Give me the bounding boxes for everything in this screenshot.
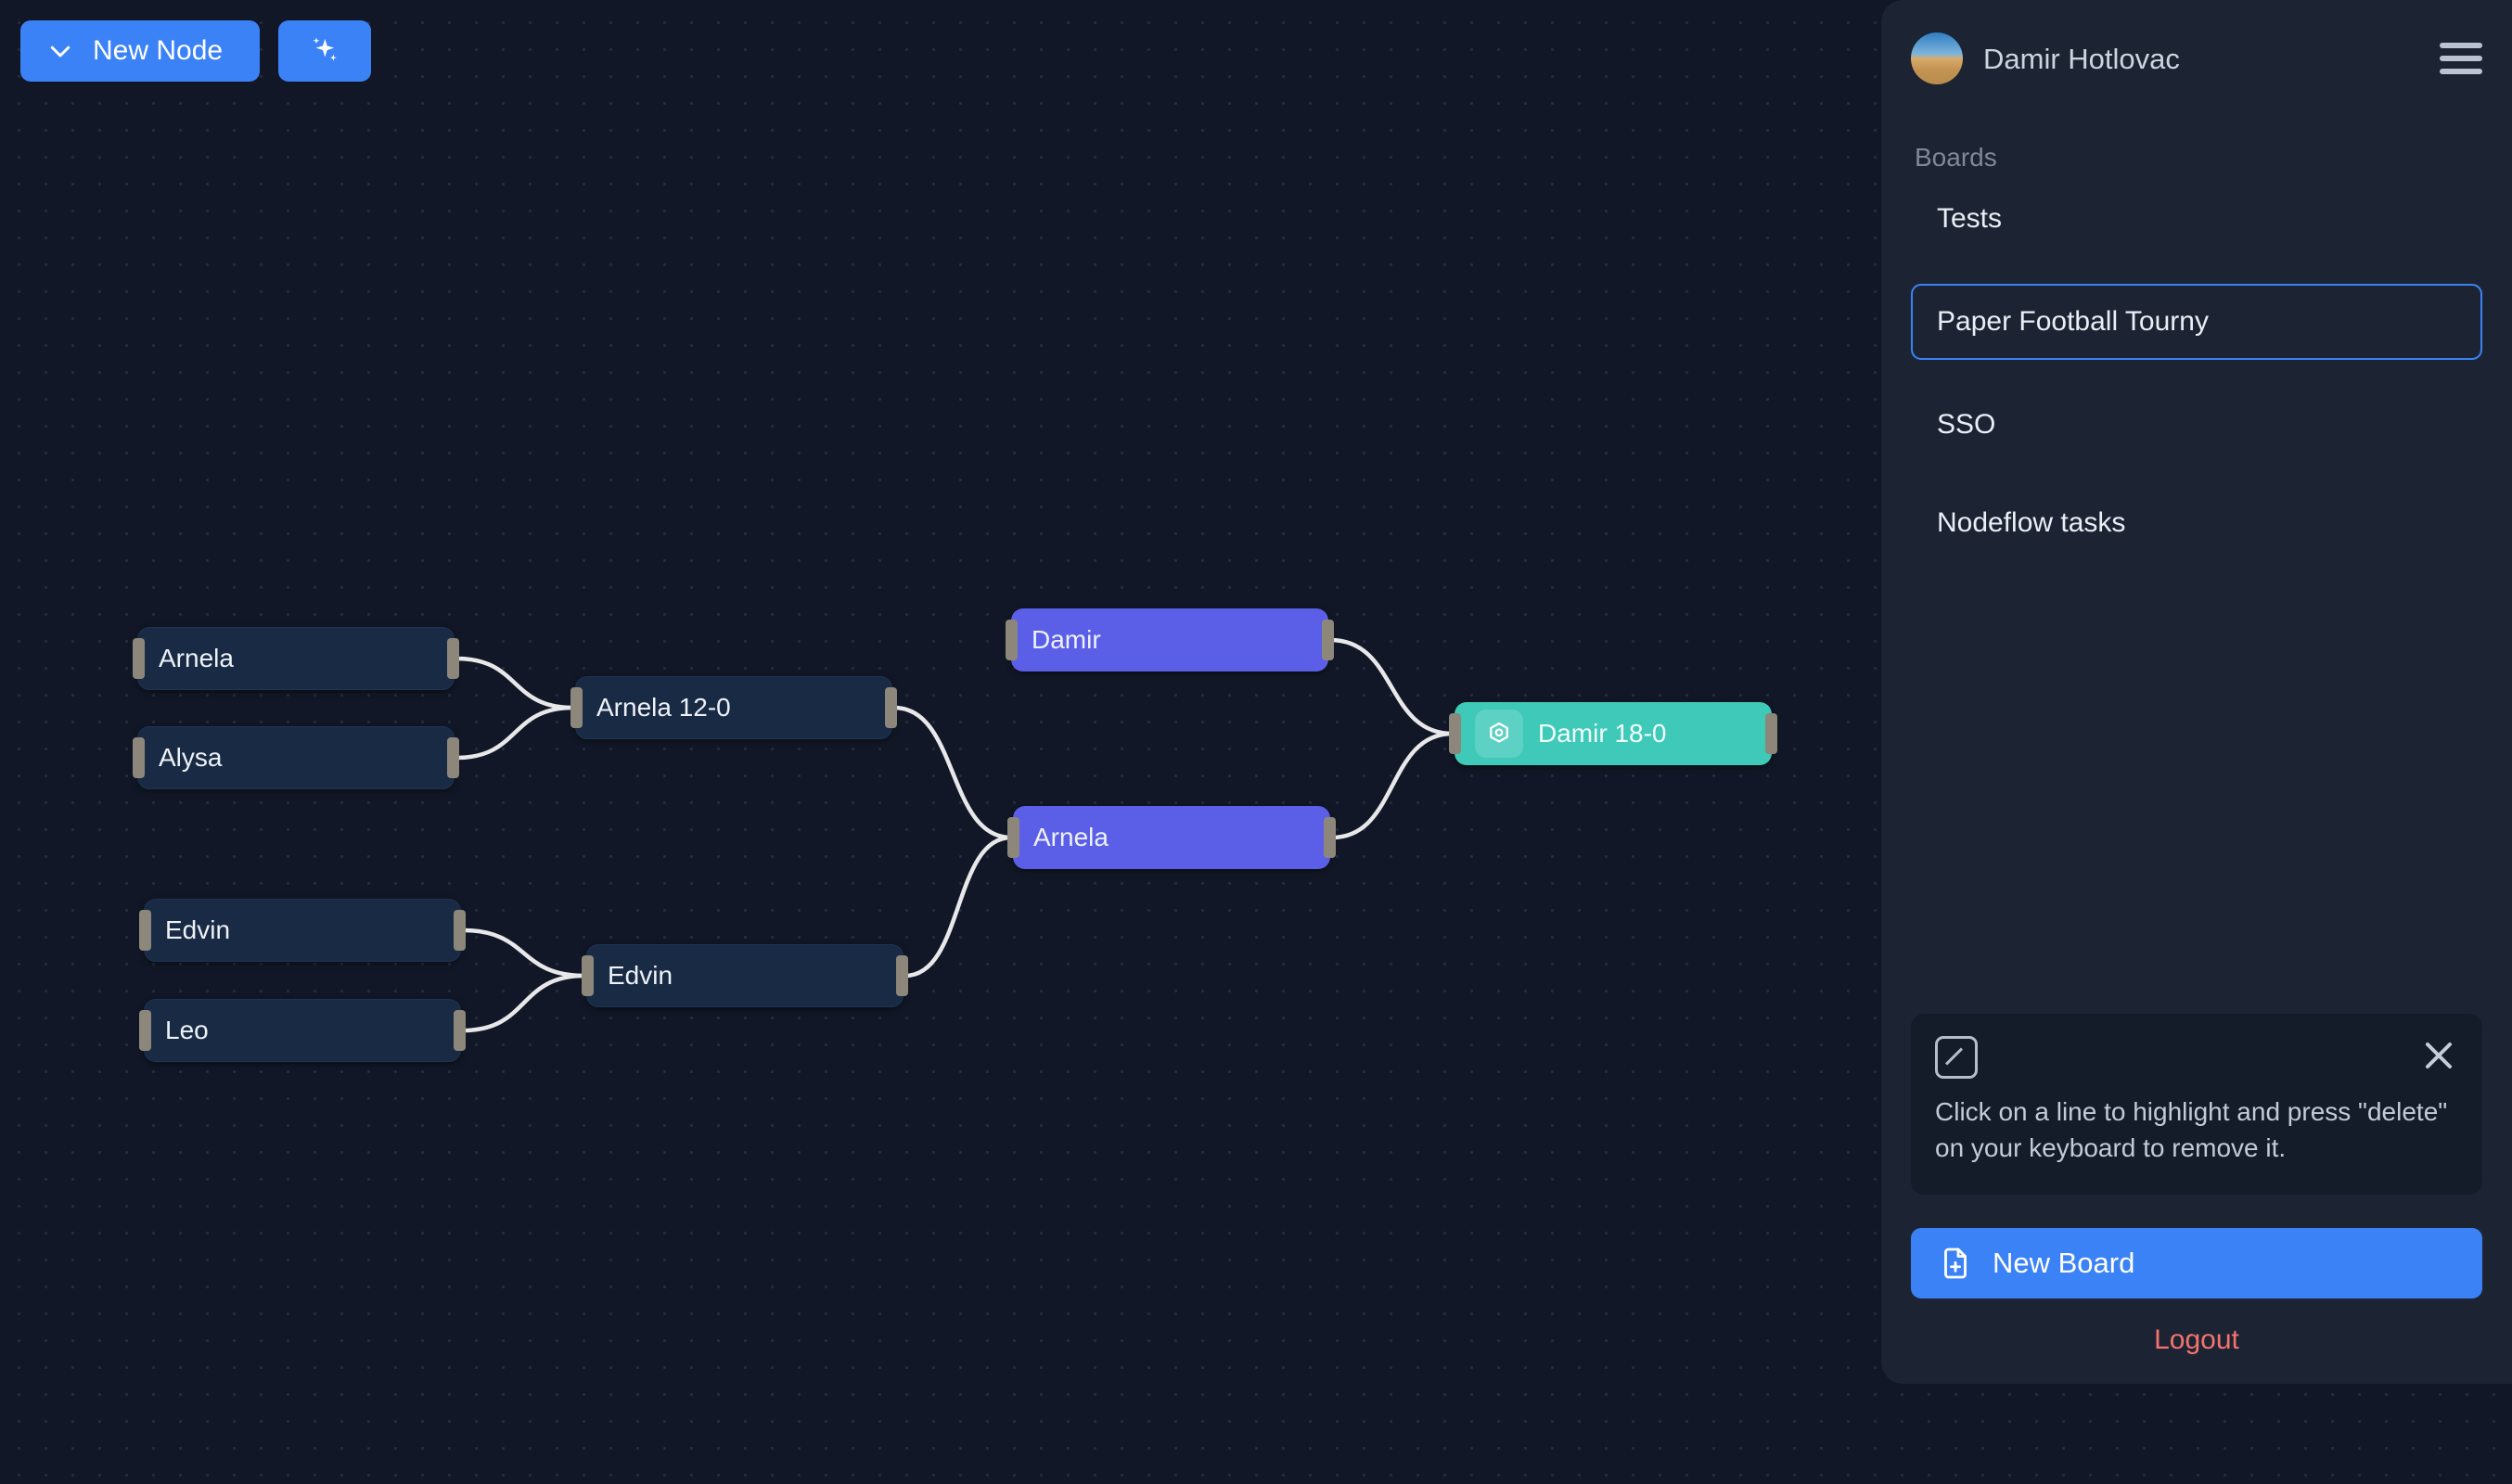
flow-node[interactable]: Edvin (144, 899, 461, 962)
sidebar-spacer (1911, 588, 2482, 1014)
user-avatar[interactable] (1911, 32, 1963, 84)
flow-node-label: Edvin (165, 917, 230, 943)
node-handle-left[interactable] (139, 910, 151, 951)
canvas-toolbar: New Node (20, 20, 371, 82)
board-item[interactable]: SSO (1911, 391, 2482, 458)
flow-node[interactable]: Leo (144, 999, 461, 1062)
flow-node-label: Arnela (159, 646, 234, 672)
node-handle-left[interactable] (1449, 713, 1461, 754)
flow-node-label: Damir 18-0 (1538, 721, 1666, 747)
node-handle-right[interactable] (896, 955, 908, 996)
hexagon-badge-icon (1475, 710, 1523, 758)
node-handle-left[interactable] (133, 638, 145, 679)
flow-node[interactable]: Arnela 12-0 (575, 676, 892, 739)
sidebar-header: Damir Hotlovac (1911, 24, 2482, 93)
node-handle-right[interactable] (1324, 817, 1336, 858)
flow-node-label: Arnela (1033, 825, 1109, 851)
flow-node-label: Arnela 12-0 (596, 695, 731, 721)
sidebar-panel: Damir Hotlovac Boards Tests Paper Footbal… (1881, 0, 2512, 1384)
node-handle-left[interactable] (570, 687, 583, 728)
tip-text: Click on a line to highlight and press "… (1935, 1094, 2458, 1168)
flow-node-label: Alysa (159, 745, 222, 771)
tip-card: Click on a line to highlight and press "… (1911, 1014, 2482, 1196)
node-handle-right[interactable] (454, 1010, 466, 1051)
new-board-label: New Board (1993, 1247, 2134, 1280)
new-board-button[interactable]: New Board (1911, 1228, 2482, 1298)
close-icon[interactable] (2419, 1036, 2458, 1075)
flow-node[interactable]: Damir 18-0 (1455, 702, 1772, 765)
node-handle-left[interactable] (1007, 817, 1019, 858)
board-item[interactable]: Paper Football Tourny (1911, 284, 2482, 360)
boards-section-title: Boards (1911, 143, 2482, 173)
node-handle-right[interactable] (885, 687, 897, 728)
flow-node-label: Edvin (608, 963, 673, 989)
board-item-label: Paper Football Tourny (1937, 306, 2209, 338)
new-node-button[interactable]: New Node (20, 20, 260, 82)
flow-node-label: Damir (1032, 627, 1101, 653)
node-handle-right[interactable] (454, 910, 466, 951)
flow-node[interactable]: Arnela (1013, 806, 1330, 869)
node-handle-left[interactable] (582, 955, 594, 996)
node-handle-right[interactable] (447, 737, 459, 778)
chevron-down-icon (46, 37, 74, 65)
board-item-label: SSO (1937, 409, 1995, 441)
node-handle-right[interactable] (447, 638, 459, 679)
new-node-label: New Node (93, 35, 223, 67)
tip-card-header (1935, 1036, 2458, 1079)
node-handle-left[interactable] (133, 737, 145, 778)
hamburger-menu-icon[interactable] (2440, 43, 2482, 74)
line-edge-icon (1935, 1036, 1978, 1079)
board-item-label: Tests (1937, 203, 2002, 235)
ai-generate-button[interactable] (278, 20, 371, 82)
logout-link[interactable]: Logout (1911, 1324, 2482, 1356)
board-item[interactable]: Tests (1911, 186, 2482, 252)
node-handle-left[interactable] (139, 1010, 151, 1051)
app-root: Arnela Alysa Edvin Leo Arnela 12-0 Edvin Damir… (0, 0, 2512, 1484)
node-handle-right[interactable] (1322, 620, 1334, 660)
flow-node[interactable]: Edvin (586, 944, 904, 1007)
user-name: Damir Hotlovac (1983, 45, 2419, 73)
board-list: Tests Paper Football Tourny SSO Nodeflow ta… (1911, 186, 2482, 588)
flow-node-label: Leo (165, 1017, 209, 1043)
node-handle-left[interactable] (1006, 620, 1018, 660)
flow-node[interactable]: Damir (1011, 608, 1328, 672)
sparkles-icon (306, 32, 343, 70)
flow-node[interactable]: Arnela (137, 627, 455, 690)
board-item-label: Nodeflow tasks (1937, 507, 2125, 539)
file-plus-icon (1939, 1247, 1972, 1280)
board-item[interactable]: Nodeflow tasks (1911, 490, 2482, 556)
node-handle-right[interactable] (1765, 713, 1777, 754)
flow-node[interactable]: Alysa (137, 726, 455, 789)
